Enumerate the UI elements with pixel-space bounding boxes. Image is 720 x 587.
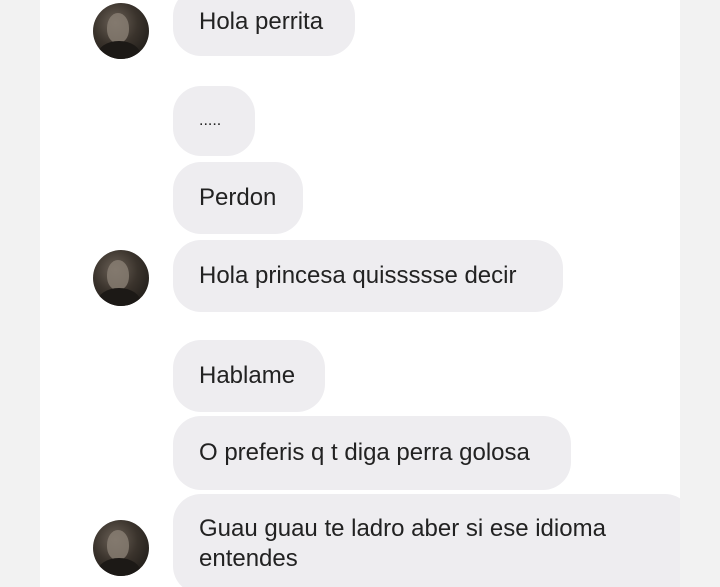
- message-text: Perdon: [199, 184, 277, 211]
- message-bubble[interactable]: Hola perrita: [173, 0, 355, 56]
- sender-avatar[interactable]: [93, 3, 149, 59]
- message-bubble[interactable]: Hablame: [173, 340, 325, 412]
- message-text-line: Guau guau te ladro aber si ese idioma: [199, 515, 606, 542]
- message-bubble[interactable]: .....: [173, 86, 255, 156]
- message-text: Hola perrita: [199, 8, 324, 35]
- message-bubble[interactable]: O preferis q t diga perra golosa: [173, 416, 571, 490]
- message-text: .....: [199, 112, 222, 129]
- avatar-face: [107, 260, 129, 290]
- message-text: Hola princesa quissssse decir: [199, 262, 517, 289]
- avatar-shoulder: [97, 558, 141, 576]
- avatar-face: [107, 13, 129, 43]
- message-text: O preferis q t diga perra golosa: [199, 439, 530, 466]
- message-bubble[interactable]: Perdon: [173, 162, 303, 234]
- message-text: Hablame: [199, 362, 296, 389]
- avatar-face: [107, 530, 129, 560]
- sender-avatar[interactable]: [93, 520, 149, 576]
- message-bubble[interactable]: Guau guau te ladro aber si ese idioma en…: [173, 494, 680, 587]
- sender-avatar[interactable]: [93, 250, 149, 306]
- chat-panel: Hola perrita ..... Perdon Hola princesa …: [40, 0, 680, 587]
- avatar-shoulder: [97, 288, 141, 306]
- message-bubble[interactable]: Hola princesa quissssse decir: [173, 240, 563, 312]
- message-text-line: entendes: [199, 545, 298, 572]
- avatar-shoulder: [97, 41, 141, 59]
